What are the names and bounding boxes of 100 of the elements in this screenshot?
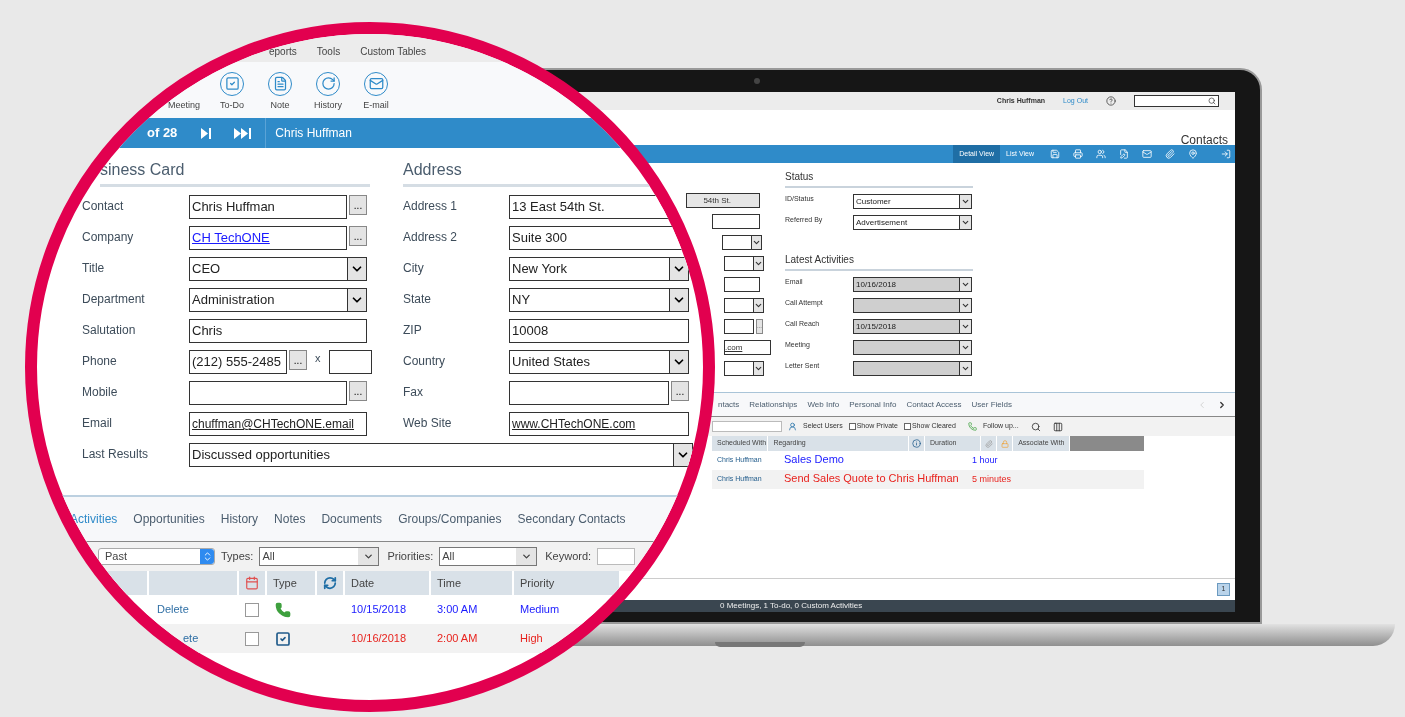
tab[interactable]: Contact Access — [906, 398, 962, 411]
input-field[interactable] — [712, 421, 782, 432]
chevron-down-icon — [959, 341, 971, 354]
dropdown[interactable] — [724, 298, 754, 313]
browse-button[interactable]: ... — [349, 226, 367, 246]
chevron-right-icon[interactable] — [1217, 399, 1227, 410]
filter-label: Types: — [221, 549, 254, 565]
tab[interactable]: Relationships — [749, 398, 798, 411]
toolbar-label[interactable]: E-mail — [363, 98, 389, 112]
printer-icon[interactable] — [1073, 149, 1083, 159]
columns-icon[interactable] — [1052, 421, 1063, 432]
filter-label: Keyword: — [545, 549, 592, 565]
field-label: Address 2 — [403, 229, 459, 246]
table-cell: 1 hour — [972, 454, 998, 465]
save-icon[interactable] — [1050, 149, 1060, 159]
menu-item[interactable]: eports — [269, 44, 297, 59]
user-icon[interactable] — [788, 422, 797, 431]
input-field[interactable]: www.CHTechONE.com — [509, 412, 689, 436]
input-field[interactable] — [724, 277, 760, 292]
input-field[interactable]: .com — [724, 340, 772, 355]
browse-button[interactable]: ... — [289, 350, 307, 370]
tab[interactable]: Documents — [321, 510, 383, 528]
tab[interactable]: Opportunities — [133, 510, 205, 528]
field-label: State — [403, 291, 433, 308]
table-cell: Send Sales Quote to Chris Huffman — [784, 472, 959, 485]
input-field[interactable] — [509, 381, 669, 405]
dropdown[interactable]: NY — [509, 288, 689, 312]
dropdown[interactable] — [722, 235, 752, 250]
dropdown[interactable]: Discussed opportunities — [189, 443, 693, 467]
dropdown[interactable]: Past — [98, 548, 215, 565]
search-field[interactable] — [1134, 95, 1219, 107]
refresh-icon[interactable] — [323, 576, 337, 590]
tab[interactable]: Web Info — [807, 398, 840, 411]
input-field[interactable]: (212) 555-2485 — [189, 350, 287, 374]
browse-button[interactable]: ... — [671, 381, 689, 401]
checkbox[interactable] — [245, 631, 259, 646]
chevrons-icon — [200, 549, 214, 564]
dropdown[interactable]: New York — [509, 257, 689, 281]
dropdown[interactable]: Administration — [189, 288, 367, 312]
dropdown[interactable] — [724, 256, 754, 271]
column-header: Time — [431, 571, 512, 595]
dropdown[interactable]: Customer — [853, 194, 972, 209]
toolbar-label[interactable]: To-Do — [220, 98, 244, 112]
tab[interactable]: User Fields — [971, 398, 1012, 411]
input-field[interactable] — [712, 214, 760, 229]
dropdown[interactable]: United States — [509, 350, 689, 374]
keyword-field[interactable] — [597, 548, 636, 565]
tab[interactable]: Activities — [70, 510, 118, 528]
input-field[interactable]: 54th St. — [686, 193, 760, 208]
input-field[interactable] — [189, 381, 347, 405]
delete-link[interactable]: Delete — [149, 601, 237, 618]
menu-item[interactable]: Tools — [316, 44, 341, 59]
last-record-icon[interactable] — [234, 127, 252, 139]
tab[interactable]: History — [220, 510, 259, 528]
browse-button[interactable]: ... — [349, 381, 367, 401]
input-field[interactable] — [724, 319, 754, 334]
tab[interactable]: Notes — [274, 510, 306, 528]
tab[interactable]: Groups/Companies — [398, 510, 502, 528]
field-label: Phone — [82, 353, 118, 370]
tab[interactable]: ntacts — [718, 398, 740, 411]
toolbar-label[interactable]: Meeting — [168, 98, 200, 112]
dropdown[interactable]: CEO — [189, 257, 367, 281]
phone-icon[interactable] — [967, 422, 977, 431]
input-field[interactable]: CH TechONE — [189, 226, 347, 250]
toolbar-label[interactable]: History — [314, 98, 342, 112]
help-icon[interactable] — [1106, 96, 1116, 106]
input-field[interactable]: 10008 — [509, 319, 689, 343]
field-label: Company — [82, 229, 135, 246]
next-record-icon[interactable] — [201, 127, 212, 139]
map-pin-icon[interactable] — [1188, 149, 1198, 159]
checkbox[interactable] — [903, 423, 911, 430]
paperclip-icon — [984, 439, 993, 448]
search-icon[interactable] — [1030, 421, 1041, 432]
mail-icon[interactable] — [1142, 149, 1152, 159]
checkbox[interactable] — [245, 602, 259, 617]
tab[interactable]: Personal Info — [849, 398, 897, 411]
browse-button[interactable]: ... — [349, 195, 367, 215]
file-edit-icon[interactable] — [1119, 149, 1129, 159]
chevron-down-icon — [516, 548, 537, 565]
extension-field[interactable] — [328, 350, 372, 374]
input-field[interactable]: Chris Huffman — [189, 195, 347, 219]
input-field[interactable]: chuffman@CHTechONE.email — [189, 412, 367, 436]
record-position: of 28 — [147, 124, 178, 143]
toolbar-label[interactable]: Note — [270, 98, 290, 112]
dropdown[interactable]: All — [259, 547, 380, 566]
section-heading: Address — [403, 158, 703, 187]
lock-icon — [1000, 439, 1009, 448]
delete-link[interactable]: ete — [149, 630, 237, 647]
dropdown[interactable]: All — [439, 547, 538, 566]
checkbox[interactable] — [848, 423, 856, 430]
exit-icon[interactable] — [1221, 149, 1231, 159]
dropdown[interactable]: Advertisement — [853, 215, 972, 230]
input-field[interactable]: Chris — [189, 319, 367, 343]
paperclip-icon[interactable] — [1165, 149, 1175, 159]
chevron-down-icon — [752, 235, 762, 250]
chevron-down-icon — [669, 289, 688, 311]
users-icon[interactable] — [1096, 149, 1106, 159]
menu-item[interactable]: Custom Tables — [360, 44, 427, 59]
dropdown[interactable] — [724, 361, 754, 376]
tab[interactable]: Secondary Contacts — [517, 510, 626, 528]
